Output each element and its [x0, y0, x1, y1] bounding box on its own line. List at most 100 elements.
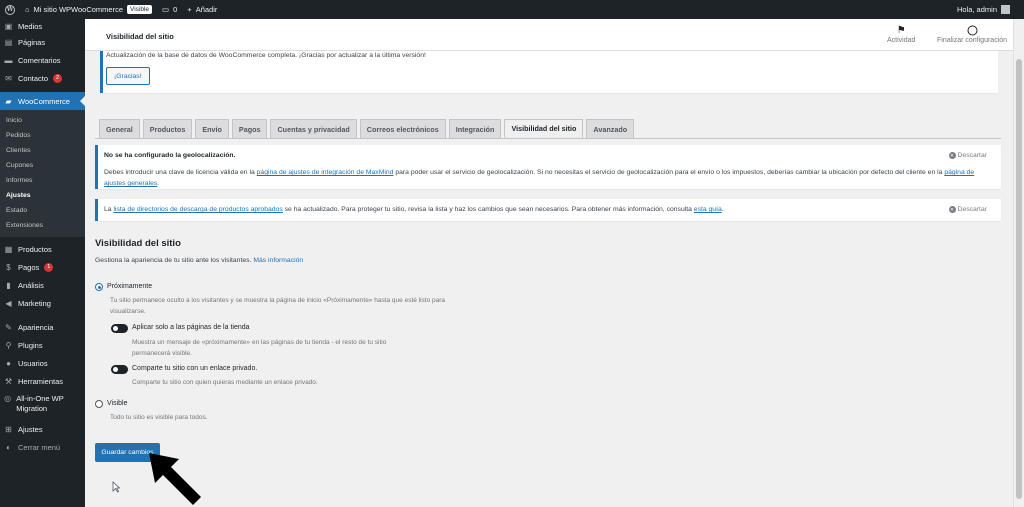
section-title: Visibilidad del sitio [95, 238, 181, 249]
comments-count: 0 [173, 5, 178, 14]
woocommerce-header: Visibilidad del sitio ⚑ Actividad Finali… [85, 19, 1013, 51]
sidebar-item-media[interactable]: ▣ Medios [0, 19, 85, 33]
page-title: Visibilidad del sitio [106, 32, 174, 41]
comments-menu[interactable]: ▭ 0 [157, 0, 182, 19]
submenu-item-extensions[interactable]: Extensiones [0, 218, 85, 233]
download-dirs-notice-text: La lista de directorios de descarga de p… [104, 206, 724, 213]
visibility-badge: Visible [127, 5, 153, 14]
pointer-arrow-icon [149, 453, 201, 505]
admin-sidebar: ▣ Medios ▤ Páginas ▬ Comentarios ✉ Contacto 2… [0, 19, 85, 507]
tab-shipping[interactable]: Envío [195, 119, 229, 138]
marketing-icon: ◀ [5, 298, 12, 308]
section-description: Gestiona la apariencia de tu sitio ante … [95, 257, 304, 264]
tools-icon: ⚒ [4, 376, 13, 386]
store-only-help: Muestra un mensaje de «próximamente» en … [132, 339, 387, 357]
submenu-item-customers[interactable]: Clientes [0, 143, 85, 158]
woocommerce-submenu: Inicio Pedidos Clientes Cupones Informes… [0, 110, 85, 237]
users-icon: ● [6, 358, 11, 368]
collapse-icon: ◐ [6, 442, 11, 452]
visible-radio[interactable] [95, 400, 103, 408]
dismiss-dirs-button[interactable]: ✕ Descartar [948, 206, 987, 213]
download-dirs-notice: La lista de directorios de descarga de p… [95, 199, 1001, 221]
woocommerce-icon: ▰ [5, 96, 12, 106]
sidebar-item-payments[interactable]: $ Pagos 1 [0, 258, 85, 276]
tab-advanced[interactable]: Avanzado [586, 119, 635, 138]
maxmind-settings-link[interactable]: página de ajustes de integración de MaxM… [257, 169, 394, 176]
migration-icon: ◎ [4, 394, 12, 403]
sidebar-item-products[interactable]: ▦ Productos [0, 240, 85, 258]
sidebar-item-appearance[interactable]: ✎ Apariencia [0, 318, 85, 336]
progress-circle-icon [967, 23, 978, 37]
sidebar-item-plugins[interactable]: ⚲ Plugins [0, 336, 85, 354]
sidebar-item-contact[interactable]: ✉ Contacto 2 [0, 69, 85, 87]
dismiss-geolocation-button[interactable]: ✕ Descartar [948, 152, 987, 159]
thanks-button[interactable]: ¡Gracias! [106, 67, 150, 85]
contact-count-badge: 2 [53, 73, 63, 83]
db-update-notice: Actualización de la base de datos de Woo… [100, 51, 998, 93]
new-content-menu[interactable]: + Añadir [182, 0, 222, 19]
sidebar-item-comments[interactable]: ▬ Comentarios [0, 51, 85, 69]
tab-site-visibility[interactable]: Visibilidad del sitio [504, 119, 584, 138]
wordpress-logo-icon: W [5, 4, 15, 15]
tabs-divider [95, 138, 1001, 139]
sidebar-item-migration[interactable]: ◎ All-in-One WP Migration [0, 390, 85, 420]
tab-general[interactable]: General [99, 119, 140, 138]
geolocation-notice: No se ha configurado la geolocalización.… [95, 145, 1001, 189]
more-info-link[interactable]: Más información [253, 257, 303, 264]
admin-bar: W ⌂ Mi sitio WPWooCommerce Visible ▭ 0 +… [0, 0, 1024, 19]
tab-integration[interactable]: Integración [448, 119, 502, 138]
my-account-menu[interactable]: Hola, admin [957, 5, 1024, 14]
coming-soon-radio[interactable] [95, 283, 103, 291]
settings-icon: ⊞ [5, 424, 12, 434]
scrollbar-thumb[interactable] [1016, 59, 1022, 499]
private-link-label: Comparte tu sitio con un enlace privado. [132, 365, 258, 372]
appearance-icon: ✎ [5, 322, 12, 332]
private-link-toggle[interactable] [111, 365, 128, 374]
site-name-menu[interactable]: ⌂ Mi sitio WPWooCommerce Visible [20, 0, 157, 19]
site-name: Mi sitio WPWooCommerce [33, 5, 123, 14]
products-icon: ▦ [4, 244, 13, 254]
finish-setup-button[interactable]: Finalizar configuración [937, 23, 1007, 44]
submenu-item-reports[interactable]: Informes [0, 173, 85, 188]
sidebar-item-pages[interactable]: ▤ Páginas [0, 33, 85, 51]
visible-label: Visible [107, 400, 128, 407]
plus-icon: + [187, 5, 192, 14]
home-icon: ⌂ [25, 5, 30, 14]
tab-products[interactable]: Productos [142, 119, 193, 138]
geolocation-notice-text: Debes introducir una clave de licencia v… [104, 169, 975, 187]
submenu-item-coupons[interactable]: Cupones [0, 158, 85, 173]
pages-icon: ▤ [4, 37, 13, 47]
sidebar-item-woocommerce[interactable]: ▰ WooCommerce [0, 92, 85, 110]
page-scrollbar[interactable] [1013, 19, 1024, 507]
collapse-menu-button[interactable]: ◐ Cerrar menú [0, 438, 85, 456]
store-only-toggle[interactable] [111, 324, 128, 333]
payments-icon: $ [6, 262, 11, 272]
contact-icon: ✉ [5, 73, 12, 83]
mouse-cursor-icon [112, 481, 120, 493]
close-icon: ✕ [948, 206, 956, 213]
analytics-icon: ▮ [6, 280, 11, 290]
db-update-text: Actualización de la base de datos de Woo… [106, 52, 426, 59]
coming-soon-help: Tu sitio permanece oculto a los visitant… [110, 297, 446, 315]
approved-dirs-link[interactable]: lista de directorios de descarga de prod… [113, 206, 282, 213]
sidebar-item-tools[interactable]: ⚒ Herramientas [0, 372, 85, 390]
settings-tabs: General Productos Envío Pagos Cuentas y … [99, 119, 635, 138]
sidebar-item-marketing[interactable]: ◀ Marketing [0, 294, 85, 312]
wp-logo-menu[interactable]: W [0, 0, 20, 19]
tab-emails[interactable]: Correos electrónicos [359, 119, 446, 138]
store-only-label: Aplicar solo a las páginas de la tienda [132, 324, 250, 331]
submenu-item-settings[interactable]: Ajustes [0, 188, 85, 203]
submenu-item-home[interactable]: Inicio [0, 113, 85, 128]
submenu-item-orders[interactable]: Pedidos [0, 128, 85, 143]
add-new-label: Añadir [195, 5, 218, 14]
sidebar-item-analytics[interactable]: ▮ Análisis [0, 276, 85, 294]
tab-payments[interactable]: Pagos [231, 119, 268, 138]
submenu-item-status[interactable]: Estado [0, 203, 85, 218]
guide-link[interactable]: esta guía [694, 206, 722, 213]
coming-soon-label: Próximamente [107, 283, 153, 290]
sidebar-item-users[interactable]: ● Usuarios [0, 354, 85, 372]
sidebar-item-settings[interactable]: ⊞ Ajustes [0, 420, 85, 438]
tab-accounts-privacy[interactable]: Cuentas y privacidad [270, 119, 357, 138]
close-icon: ✕ [948, 152, 956, 159]
activity-button[interactable]: ⚑ Actividad [887, 23, 915, 45]
